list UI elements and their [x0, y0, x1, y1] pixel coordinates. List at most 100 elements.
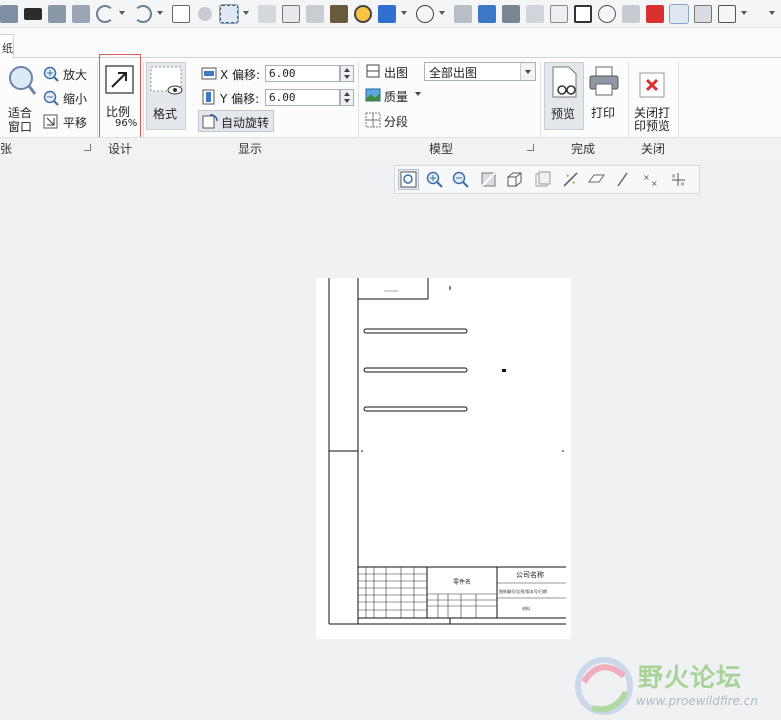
selection-dropdown-icon[interactable] — [242, 11, 250, 17]
zoom-in-icon[interactable] — [425, 170, 444, 189]
tab-label: 纸 — [2, 42, 13, 55]
datum-display-icon[interactable]: * * — [561, 170, 580, 189]
zoom-in-button[interactable]: 放大 — [43, 65, 93, 83]
segment-label[interactable]: 分段 — [384, 113, 408, 130]
quality-dropdown-icon[interactable] — [415, 92, 421, 96]
forum-watermark: 野火论坛 www.proewildfire.cn — [570, 652, 781, 720]
window-icon[interactable] — [622, 5, 640, 23]
customize-dropdown-icon[interactable] — [768, 11, 776, 17]
group-label-model: 模型 — [429, 142, 454, 156]
view-dropdown-icon[interactable] — [740, 11, 748, 17]
watermark-url: www.proewildfire.cn — [636, 694, 758, 708]
y-offset-icon — [202, 89, 215, 105]
print-button[interactable]: 打印 — [587, 62, 621, 130]
zoom-out-icon[interactable] — [451, 170, 470, 189]
group-label-sheet: 张 — [0, 142, 13, 156]
layers-icon[interactable] — [478, 5, 496, 23]
preview-label: 预览 — [551, 107, 576, 121]
scale-button[interactable]: 比例 96% — [102, 63, 138, 133]
group-label-finish: 完成 — [571, 142, 596, 156]
clipboard-icon[interactable] — [282, 5, 300, 23]
model-tree-icon[interactable] — [330, 5, 348, 23]
pencil-icon[interactable] — [454, 5, 472, 23]
model-group-launcher-icon[interactable] — [527, 144, 534, 151]
fullscreen-icon[interactable] — [694, 5, 712, 23]
segment-icon — [365, 112, 381, 128]
zoom-in-label: 放大 — [63, 68, 88, 82]
repaint-icon[interactable] — [479, 170, 498, 189]
title-block-company: 公司名称 — [516, 570, 544, 579]
y-offset-label: Y 偏移: — [220, 92, 260, 106]
title-block-part-name: 零件名 — [453, 578, 471, 586]
output-select-value: 全部出图 — [429, 66, 478, 80]
number-dropdown-icon[interactable] — [438, 11, 446, 17]
regenerate-dropdown-icon[interactable] — [400, 11, 408, 17]
output-icon — [366, 64, 380, 78]
selection-box-icon[interactable] — [219, 4, 239, 24]
eraser-icon[interactable] — [258, 5, 276, 23]
tab-print-preview[interactable]: 纸 — [0, 34, 14, 59]
undo-icon[interactable] — [96, 5, 114, 23]
redo-dropdown-icon[interactable] — [156, 11, 164, 17]
svg-text:×: × — [651, 179, 658, 188]
quality-label[interactable]: 质量 — [384, 88, 408, 105]
y-offset-input[interactable]: 6.00 — [265, 89, 340, 106]
format-button[interactable]: 格式 — [146, 62, 186, 130]
mirror-icon[interactable] — [72, 5, 90, 23]
printer-icon[interactable] — [502, 5, 520, 23]
title-block-drawing-no: 图纸编号/比例/版本号/日期 — [499, 588, 547, 594]
scale-value: 96% — [115, 118, 138, 129]
preview-button[interactable]: 预览 — [544, 62, 584, 130]
csys-display-icon[interactable]: × × — [669, 170, 688, 189]
page-setup-icon[interactable] — [669, 4, 689, 24]
group-label-close: 关闭 — [641, 142, 666, 156]
save-as-icon[interactable] — [24, 8, 42, 20]
redo-icon[interactable] — [134, 5, 152, 23]
axis-display-icon[interactable] — [613, 170, 632, 189]
close-print-preview-button[interactable]: 关闭打 印预览 — [630, 62, 676, 134]
close-window-icon[interactable] — [646, 5, 664, 23]
fit-window-button[interactable]: 适合 窗口 — [2, 62, 40, 134]
auto-rotate-button[interactable]: 自动旋转 — [198, 110, 274, 132]
x-offset-input[interactable]: 6.00 — [265, 65, 340, 82]
x-offset-spinner[interactable] — [340, 65, 354, 82]
copy-icon[interactable] — [526, 5, 544, 23]
saved-views-icon[interactable] — [533, 170, 552, 189]
quick-access-toolbar — [0, 0, 781, 28]
number-5-icon[interactable] — [416, 5, 434, 23]
save-icon[interactable] — [0, 5, 18, 23]
document-icon[interactable] — [550, 5, 568, 23]
zoom-out-icon — [43, 90, 59, 106]
magnifier-icon — [9, 66, 36, 95]
preview-icon — [552, 66, 577, 98]
list-icon[interactable] — [306, 5, 324, 23]
pan-icon — [43, 114, 58, 129]
close-icon — [639, 72, 665, 98]
zoom-in-icon — [43, 66, 59, 82]
sphere-icon[interactable] — [198, 7, 212, 21]
chevron-down-icon — [520, 63, 535, 80]
pan-label: 平移 — [63, 116, 88, 130]
display-style-icon[interactable] — [505, 170, 524, 189]
output-select[interactable]: 全部出图 — [424, 62, 536, 81]
analysis-icon[interactable] — [598, 5, 616, 23]
regenerate-icon[interactable] — [378, 5, 396, 23]
box-icon[interactable] — [718, 5, 736, 23]
plane-display-icon[interactable] — [587, 170, 606, 189]
pan-button[interactable]: 平移 — [43, 113, 93, 131]
svg-text:×: × — [671, 173, 676, 180]
group-label-design: 设计 — [108, 142, 133, 156]
point-display-icon[interactable]: × × — [641, 170, 660, 189]
print-label: 打印 — [591, 106, 616, 120]
backup-icon[interactable] — [48, 5, 66, 23]
text-icon[interactable] — [172, 5, 190, 23]
zoom-out-button[interactable]: 缩小 — [43, 89, 93, 107]
refit-icon[interactable] — [398, 169, 419, 190]
x-offset-label: X 偏移: — [220, 68, 261, 82]
output-label[interactable]: 出图 — [384, 64, 408, 81]
undo-dropdown-icon[interactable] — [118, 11, 126, 17]
sheet-group-launcher-icon[interactable] — [84, 144, 91, 151]
target-icon[interactable] — [354, 5, 372, 23]
table-icon[interactable] — [574, 5, 592, 23]
y-offset-spinner[interactable] — [340, 89, 354, 106]
